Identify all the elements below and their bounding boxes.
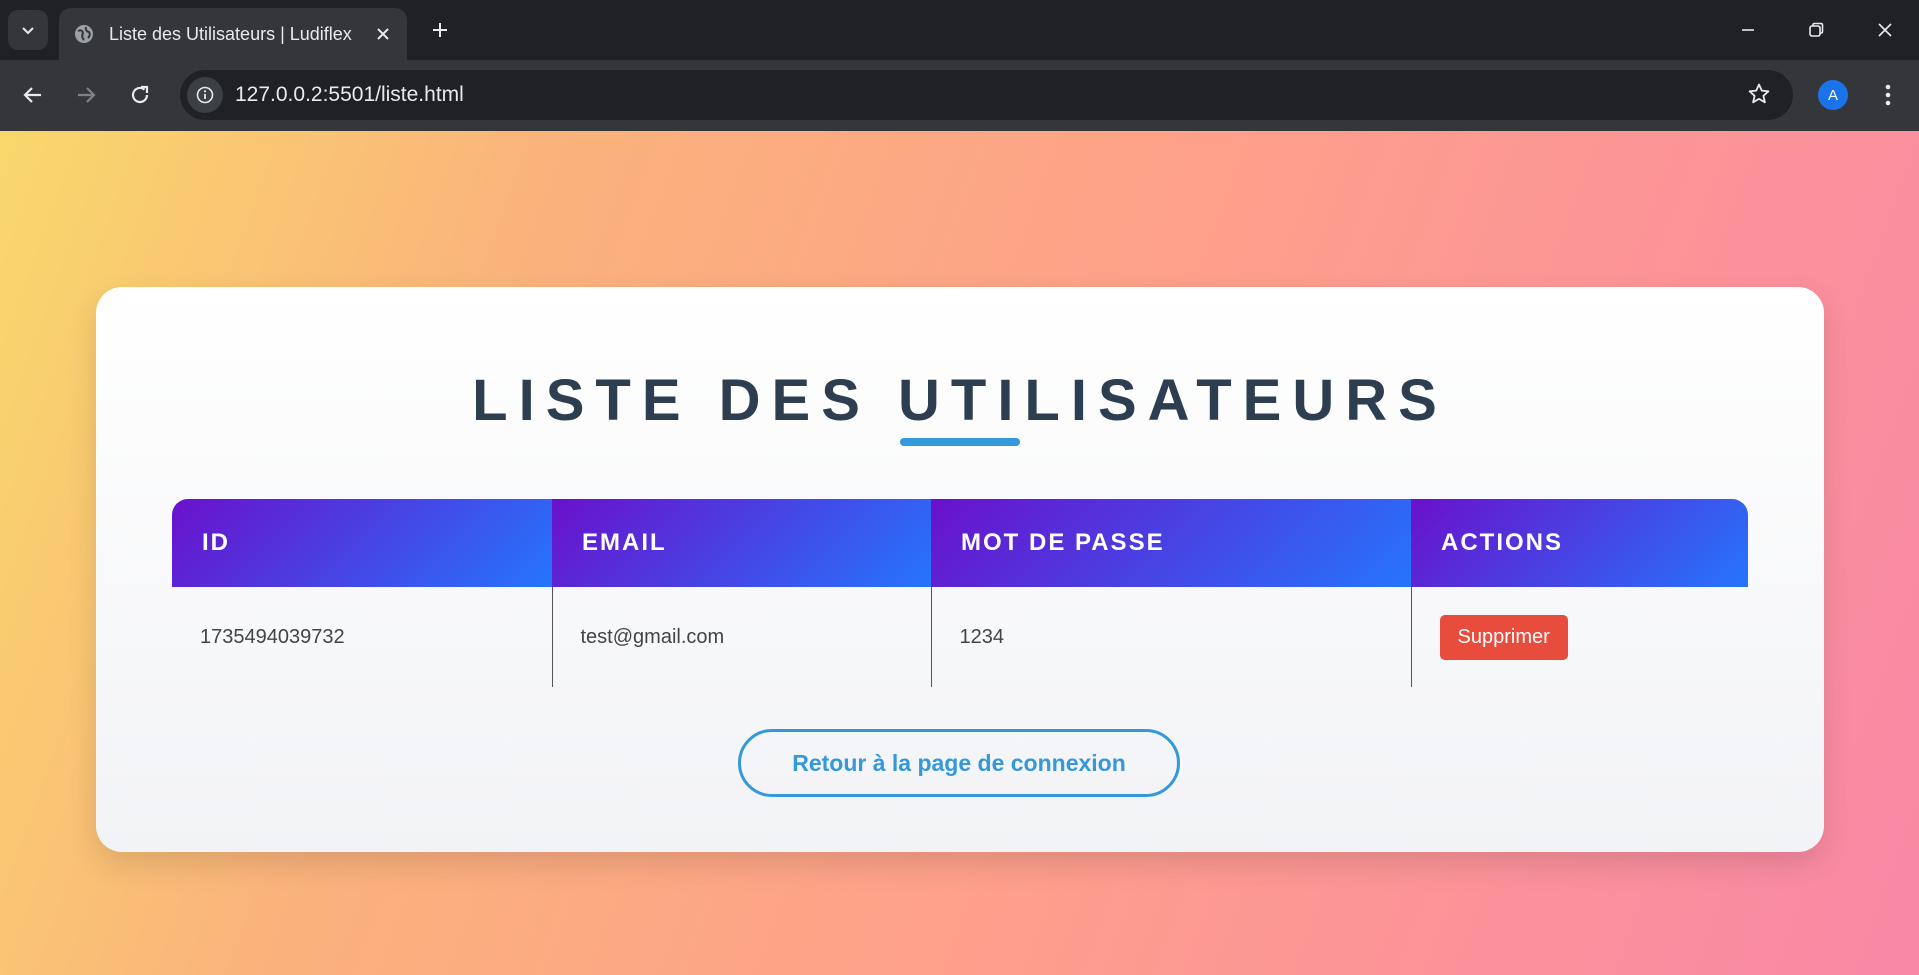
delete-user-button[interactable]: Supprimer [1439, 614, 1568, 660]
tab-title: Liste des Utilisateurs | Ludiflex [109, 23, 352, 44]
title-underline [900, 438, 1020, 446]
minimize-icon [1742, 29, 1754, 31]
table-header-row: ID EMAIL MOT DE PASSE ACTIONS [172, 499, 1748, 587]
plus-icon [433, 23, 447, 37]
address-bar[interactable]: 127.0.0.2:5501/liste.html [180, 70, 1793, 120]
close-window-button[interactable] [1851, 0, 1919, 60]
cell-email: test@gmail.com [552, 587, 932, 687]
browser-chrome: Liste des Utilisateurs | Ludiflex 127.0.… [0, 0, 1919, 131]
cell-id: 1735494039732 [172, 587, 553, 687]
page-title: LISTE DES UTILISATEURS [472, 368, 1448, 433]
tab-strip: Liste des Utilisateurs | Ludiflex [0, 0, 1919, 60]
globe-icon [73, 23, 95, 45]
column-header-actions: ACTIONS [1411, 499, 1748, 587]
bookmark-star-icon[interactable] [1747, 82, 1771, 111]
column-header-password: MOT DE PASSE [931, 499, 1411, 587]
active-tab[interactable]: Liste des Utilisateurs | Ludiflex [59, 8, 407, 60]
reload-button[interactable] [121, 76, 159, 114]
arrow-left-icon [23, 87, 41, 103]
page-background: LISTE DES UTILISATEURS ID EMAIL MOT DE P… [0, 131, 1919, 975]
arrow-right-icon [78, 87, 96, 103]
cell-actions: Supprimer [1411, 587, 1748, 687]
restore-button[interactable] [1782, 0, 1850, 60]
users-table: ID EMAIL MOT DE PASSE ACTIONS 1735494039… [172, 499, 1748, 687]
close-tab-icon[interactable] [369, 20, 397, 48]
forward-nav-button[interactable] [67, 76, 105, 114]
browser-menu-button[interactable] [1870, 76, 1906, 114]
column-header-id: ID [172, 499, 552, 587]
site-info-icon[interactable] [187, 77, 223, 113]
reload-icon [131, 85, 149, 104]
browser-toolbar: 127.0.0.2:5501/liste.html A [0, 60, 1919, 131]
minimize-button[interactable] [1714, 0, 1782, 60]
url-text: 127.0.0.2:5501/liste.html [235, 83, 464, 106]
new-tab-button[interactable] [424, 14, 456, 46]
more-vertical-icon [1885, 84, 1891, 106]
back-to-login-button[interactable]: Retour à la page de connexion [738, 729, 1180, 797]
profile-avatar[interactable]: A [1818, 80, 1848, 110]
cell-password: 1234 [931, 587, 1412, 687]
tab-search-button[interactable] [8, 10, 48, 50]
chevron-down-icon [22, 27, 34, 35]
restore-icon [1809, 22, 1824, 37]
users-card: LISTE DES UTILISATEURS ID EMAIL MOT DE P… [96, 287, 1824, 852]
back-nav-button[interactable] [14, 76, 52, 114]
table-row: 1735494039732 test@gmail.com 1234 Suppri… [172, 587, 1748, 687]
close-icon [1878, 23, 1892, 37]
column-header-email: EMAIL [552, 499, 931, 587]
